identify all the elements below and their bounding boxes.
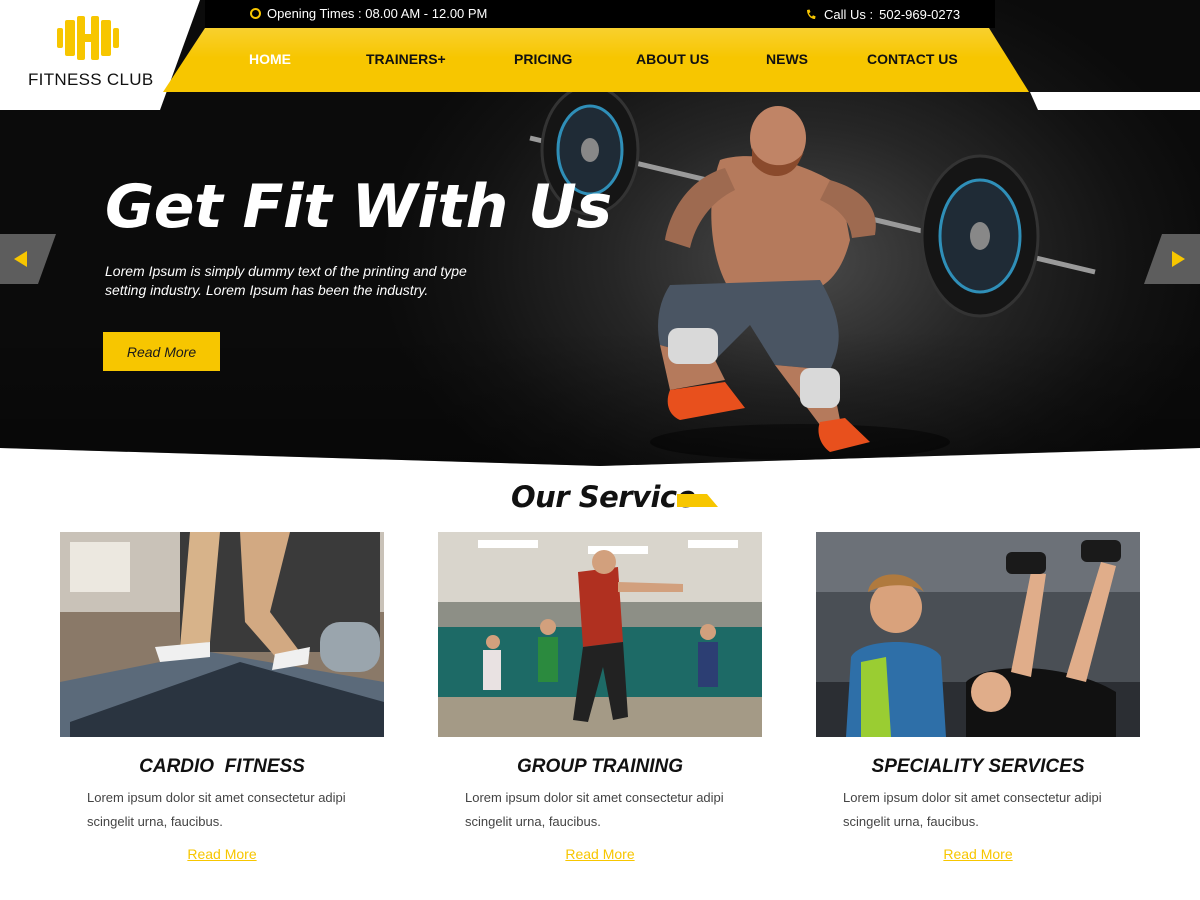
clock-icon (250, 8, 261, 19)
slider-prev-button[interactable] (0, 234, 56, 284)
card-read-more-link[interactable]: Read More (438, 846, 762, 862)
nav-about-us[interactable]: ABOUT US (636, 51, 709, 67)
nav-contact-us[interactable]: CONTACT US (867, 51, 958, 67)
card-text: Lorem ipsum dolor sit amet consectetur a… (87, 790, 346, 829)
phone-label: Call Us : (824, 7, 874, 22)
group-training-image (438, 532, 762, 737)
nav-pricing[interactable]: PRICING (514, 51, 572, 67)
service-card-group: GROUP TRAINING Lorem ipsum dolor sit ame… (438, 532, 762, 884)
arrow-right-icon (1172, 251, 1185, 267)
card-text: Lorem ipsum dolor sit amet consectetur a… (843, 790, 1102, 829)
hero-description: Lorem Ipsum is simply dummy text of the … (105, 263, 467, 298)
card-read-more-link[interactable]: Read More (816, 846, 1140, 862)
services-title: Our Service (511, 480, 696, 514)
slider-next-button[interactable] (1144, 234, 1200, 284)
hero-athlete-image (529, 90, 1096, 460)
cardio-fitness-image (60, 532, 384, 737)
nav-news[interactable]: NEWS (766, 51, 808, 67)
speciality-services-image (816, 532, 1140, 737)
brand-name: FITNESS CLUB (28, 70, 154, 89)
hero-title: Get Fit With Us (105, 172, 612, 242)
opening-hours-text: Opening Times : 08.00 AM - 12.00 PM (267, 6, 488, 21)
phone-icon (807, 9, 816, 19)
hero-read-more-button[interactable]: Read More (103, 332, 220, 371)
card-title: GROUP TRAINING (516, 756, 684, 777)
nav-trainers[interactable]: TRAINERS+ (366, 51, 446, 67)
header-corner (1030, 92, 1200, 110)
phone-contact[interactable]: Call Us : 502-969-0273 (806, 7, 960, 22)
card-title: CARDIO FITNESS (139, 756, 305, 777)
service-card-cardio: CARDIO FITNESS Lorem ipsum dolor sit ame… (60, 532, 384, 884)
phone-number: 502-969-0273 (879, 7, 961, 22)
nav-home[interactable]: HOME (249, 51, 291, 67)
opening-hours: Opening Times : 08.00 AM - 12.00 PM (250, 6, 487, 21)
arrow-left-icon (14, 251, 27, 267)
service-card-speciality: SPECIALITY SERVICES Lorem ipsum dolor si… (816, 532, 1140, 884)
card-text: Lorem ipsum dolor sit amet consectetur a… (465, 790, 724, 829)
card-title: SPECIALITY SERVICES (871, 756, 1085, 777)
title-accent-flag (677, 494, 718, 507)
dumbbell-h-icon (57, 16, 119, 60)
card-read-more-link[interactable]: Read More (60, 846, 384, 862)
